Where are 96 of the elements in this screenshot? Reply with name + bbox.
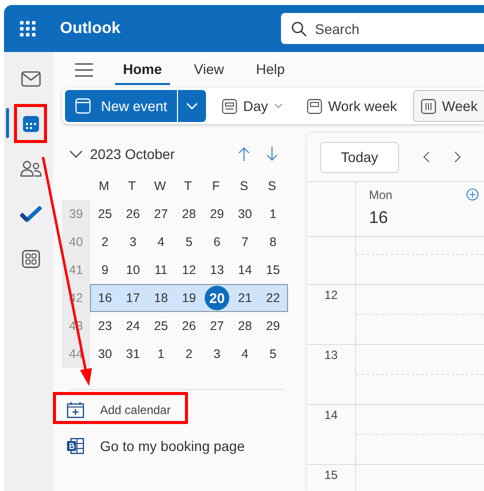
date-cell[interactable]: 2 [91,229,119,255]
selected-week[interactable]: 16 17 18 19 20 21 22 [90,284,288,312]
date-cell[interactable]: 30 [231,201,259,227]
work-week-icon [307,98,322,114]
calendar-add-icon [67,402,84,418]
date-cell[interactable]: 8 [259,229,287,255]
checkmark-icon [20,206,42,222]
date-cell[interactable]: 5 [175,229,203,255]
booking-icon [67,438,84,454]
day-number: 16 [369,208,389,228]
apps-icon [22,250,40,268]
date-cell[interactable]: 30 [91,341,119,367]
chevron-left-icon[interactable] [423,151,430,163]
menu-icon[interactable] [75,63,93,77]
date-cell[interactable]: 4 [231,341,259,367]
date-cell[interactable]: 12 [175,257,203,283]
date-cell[interactable]: 24 [119,313,147,339]
date-cell[interactable]: 11 [147,257,175,283]
date-cell[interactable]: 23 [91,313,119,339]
day-view-icon [222,98,238,114]
app-launcher-icon[interactable] [20,20,36,36]
date-cell[interactable]: 29 [203,201,231,227]
weekday-label: M [98,179,110,193]
weekday-label: T [184,179,192,193]
date-cell[interactable]: 7 [231,229,259,255]
weekday-label: S [240,179,248,193]
month-title[interactable]: 2023 October [90,146,175,162]
chevron-down-icon [274,103,284,109]
date-cell[interactable]: 18 [147,285,175,311]
weekday-name: Mon [369,188,392,202]
add-calendar-link[interactable]: Add calendar [53,392,188,424]
weekday-label: S [268,179,276,193]
calendar-icon [75,98,91,114]
date-cell[interactable]: 10 [119,257,147,283]
week-view-icon [421,98,436,114]
date-cell[interactable]: 6 [203,229,231,255]
calendar-app-button[interactable] [4,104,47,143]
date-cell[interactable]: 25 [147,313,175,339]
add-event-icon[interactable] [466,188,479,202]
date-cell[interactable]: 28 [231,313,259,339]
hour-label: 15 [324,467,338,484]
view-button[interactable]: Week [413,90,484,122]
date-cell[interactable]: 27 [147,201,175,227]
date-cell[interactable]: 2 [175,341,203,367]
arrow-down-icon[interactable] [266,147,278,161]
ribbon-tab[interactable]: Home [115,55,170,85]
date-cell[interactable]: 27 [203,313,231,339]
arrow-up-icon[interactable] [238,147,250,161]
date-cell[interactable]: 22 [259,285,287,311]
hour-label: 14 [324,407,338,424]
week-number: 40 [62,228,90,256]
app-name: Outlook [60,20,120,38]
date-cell[interactable]: 3 [119,229,147,255]
date-cell[interactable]: 29 [259,313,287,339]
weekday-label: F [212,179,220,193]
chevron-down-icon[interactable] [69,150,83,158]
weekday-label: T [128,179,136,193]
today-button[interactable]: Today [320,142,399,172]
date-cell[interactable]: 14 [231,257,259,283]
date-cell[interactable]: 26 [119,201,147,227]
ribbon-tab[interactable]: View [186,55,232,85]
date-cell[interactable]: 13 [203,257,231,283]
new-event-button[interactable]: New event [65,90,178,122]
view-button[interactable]: Work week [299,90,406,122]
hour-label: 12 [324,287,338,304]
date-cell[interactable]: 1 [259,201,287,227]
date-cell[interactable]: 9 [91,257,119,283]
date-cell[interactable]: 17 [119,285,147,311]
search-box[interactable]: Search [281,13,484,44]
date-cell[interactable]: 1 [147,341,175,367]
weekday-label: W [154,179,166,193]
calendar-icon [22,116,38,132]
view-button[interactable]: Day [214,90,292,122]
date-cell[interactable]: 20 [203,285,231,311]
chevron-down-icon [186,102,198,110]
date-cell[interactable]: 26 [175,313,203,339]
date-cell[interactable]: 16 [91,285,119,311]
people-icon [20,160,42,178]
date-cell[interactable]: 25 [91,201,119,227]
search-icon [291,20,307,36]
date-cell[interactable]: 5 [259,341,287,367]
week-number: 39 [62,200,90,228]
chevron-right-icon[interactable] [454,151,461,163]
date-cell[interactable]: 21 [231,285,259,311]
new-event-dropdown[interactable] [178,90,206,122]
date-cell[interactable]: 28 [175,201,203,227]
booking-page-link[interactable]: Go to my booking page [53,430,259,462]
ribbon-tab[interactable]: Help [248,55,293,85]
date-cell[interactable]: 31 [119,341,147,367]
date-cell[interactable]: 4 [147,229,175,255]
date-cell[interactable]: 15 [259,257,287,283]
hour-label: 13 [324,347,338,364]
week-number: 41 [62,256,90,284]
date-cell[interactable]: 3 [203,341,231,367]
envelope-icon [20,70,40,86]
date-cell[interactable]: 19 [175,285,203,311]
